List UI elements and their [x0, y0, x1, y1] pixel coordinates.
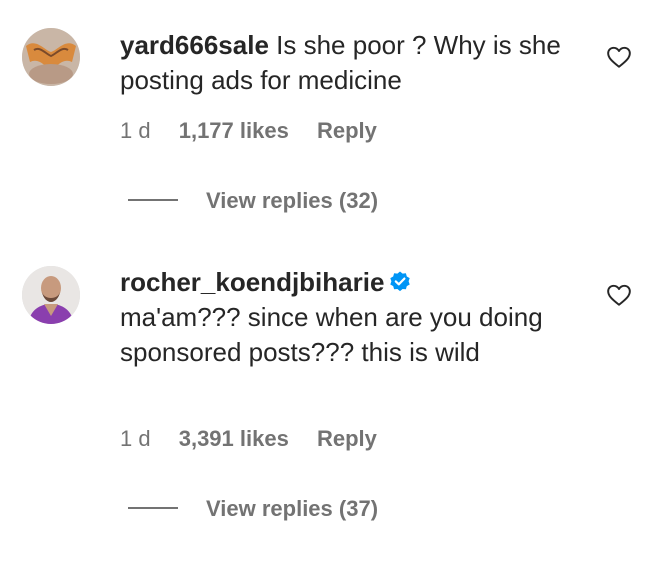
view-replies-label: View replies (37) [206, 496, 379, 521]
avatar[interactable] [22, 266, 80, 324]
comment-time: 1 d [120, 118, 151, 143]
comment-time: 1 d [120, 426, 151, 451]
comment-item: yard666sale Is she poor ? Why is she pos… [0, 0, 652, 240]
likes-count[interactable]: 1,177 likes [179, 118, 289, 143]
heart-outline-icon[interactable] [606, 282, 632, 308]
replies-divider [128, 199, 178, 202]
comment-meta: 1 d 3,391 likes Reply [120, 426, 399, 452]
comment-meta: 1 d 1,177 likes Reply [120, 118, 399, 144]
reply-button[interactable]: Reply [317, 426, 377, 451]
avatar-image [22, 266, 80, 324]
reply-button[interactable]: Reply [317, 118, 377, 143]
likes-count[interactable]: 3,391 likes [179, 426, 289, 451]
comment-body: ma'am??? since when are you doing sponso… [120, 302, 543, 367]
comment-username[interactable]: rocher_koendjbiharie [120, 267, 384, 297]
heart-outline-icon[interactable] [606, 44, 632, 70]
avatar-image [22, 28, 80, 86]
comment-text: rocher_koendjbiharie ma'am??? since when… [120, 265, 580, 370]
comment-item: rocher_koendjbiharie ma'am??? since when… [0, 240, 652, 550]
view-replies-button[interactable]: View replies (32) [128, 188, 378, 214]
avatar[interactable] [22, 28, 80, 86]
view-replies-button[interactable]: View replies (37) [128, 496, 378, 522]
view-replies-label: View replies (32) [206, 188, 379, 213]
replies-divider [128, 507, 178, 510]
verified-badge-icon [390, 271, 411, 292]
comment-text: yard666sale Is she poor ? Why is she pos… [120, 28, 580, 98]
comment-username[interactable]: yard666sale [120, 30, 269, 60]
